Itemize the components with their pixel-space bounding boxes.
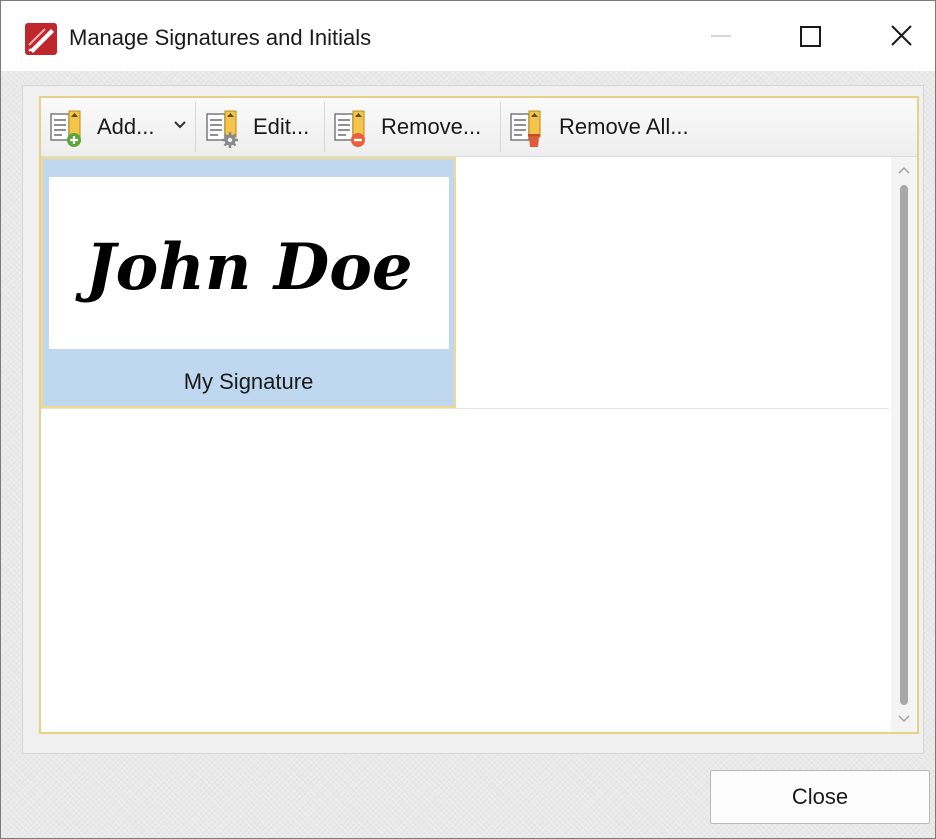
scrollbar-thumb[interactable] <box>900 185 908 705</box>
scroll-up-arrow-icon[interactable] <box>896 163 912 179</box>
close-button[interactable]: Close <box>710 770 930 824</box>
minimize-button[interactable] <box>675 1 765 71</box>
add-signature-label: Add... <box>97 114 155 139</box>
app-logo-icon <box>25 23 57 55</box>
add-signature-button[interactable]: Add... <box>41 98 195 156</box>
grid-row-divider <box>41 408 889 409</box>
signatures-grid: John Doe My Signature <box>41 157 889 732</box>
remove-signature-icon <box>334 110 365 147</box>
signature-tile[interactable]: John Doe My Signature <box>41 157 456 408</box>
maximize-icon <box>800 26 821 47</box>
remove-signature-button[interactable]: Remove... <box>325 98 499 156</box>
remove-all-signatures-label: Remove All... <box>559 114 689 139</box>
window-title: Manage Signatures and Initials <box>69 25 372 50</box>
signature-preview: John Doe <box>49 177 449 349</box>
signature-handwriting: John Doe <box>74 230 412 305</box>
edit-signature-button[interactable]: Edit... <box>197 98 323 156</box>
signatures-panel: Add... Edit... Remove... Remove All... J… <box>22 85 924 754</box>
close-window-button[interactable] <box>855 1 935 71</box>
remove-signature-label: Remove... <box>381 114 482 139</box>
remove-all-signatures-button[interactable]: Remove All... <box>501 98 721 156</box>
manage-signatures-dialog: Manage Signatures and Initials Add... Ed… <box>0 0 936 839</box>
signature-name: My Signature <box>183 369 314 394</box>
signatures-toolbar: Add... Edit... Remove... Remove All... <box>41 98 917 157</box>
scroll-down-arrow-icon[interactable] <box>896 710 912 726</box>
close-icon <box>891 25 912 46</box>
chevron-down-icon[interactable] <box>173 118 187 132</box>
edit-signature-icon <box>206 110 238 148</box>
add-signature-icon <box>50 110 81 147</box>
vertical-scrollbar[interactable] <box>891 157 917 732</box>
signature-preview-text: John Doe <box>74 230 412 305</box>
title-bar[interactable]: Manage Signatures and Initials <box>1 1 935 71</box>
toolbar-separator <box>195 102 196 152</box>
minimize-icon <box>711 35 731 37</box>
dialog-body: Add... Edit... Remove... Remove All... J… <box>1 71 935 838</box>
signatures-list-frame: Add... Edit... Remove... Remove All... J… <box>39 96 919 734</box>
remove-all-trash-icon <box>510 110 541 147</box>
edit-signature-label: Edit... <box>253 114 310 139</box>
maximize-button[interactable] <box>765 1 855 71</box>
